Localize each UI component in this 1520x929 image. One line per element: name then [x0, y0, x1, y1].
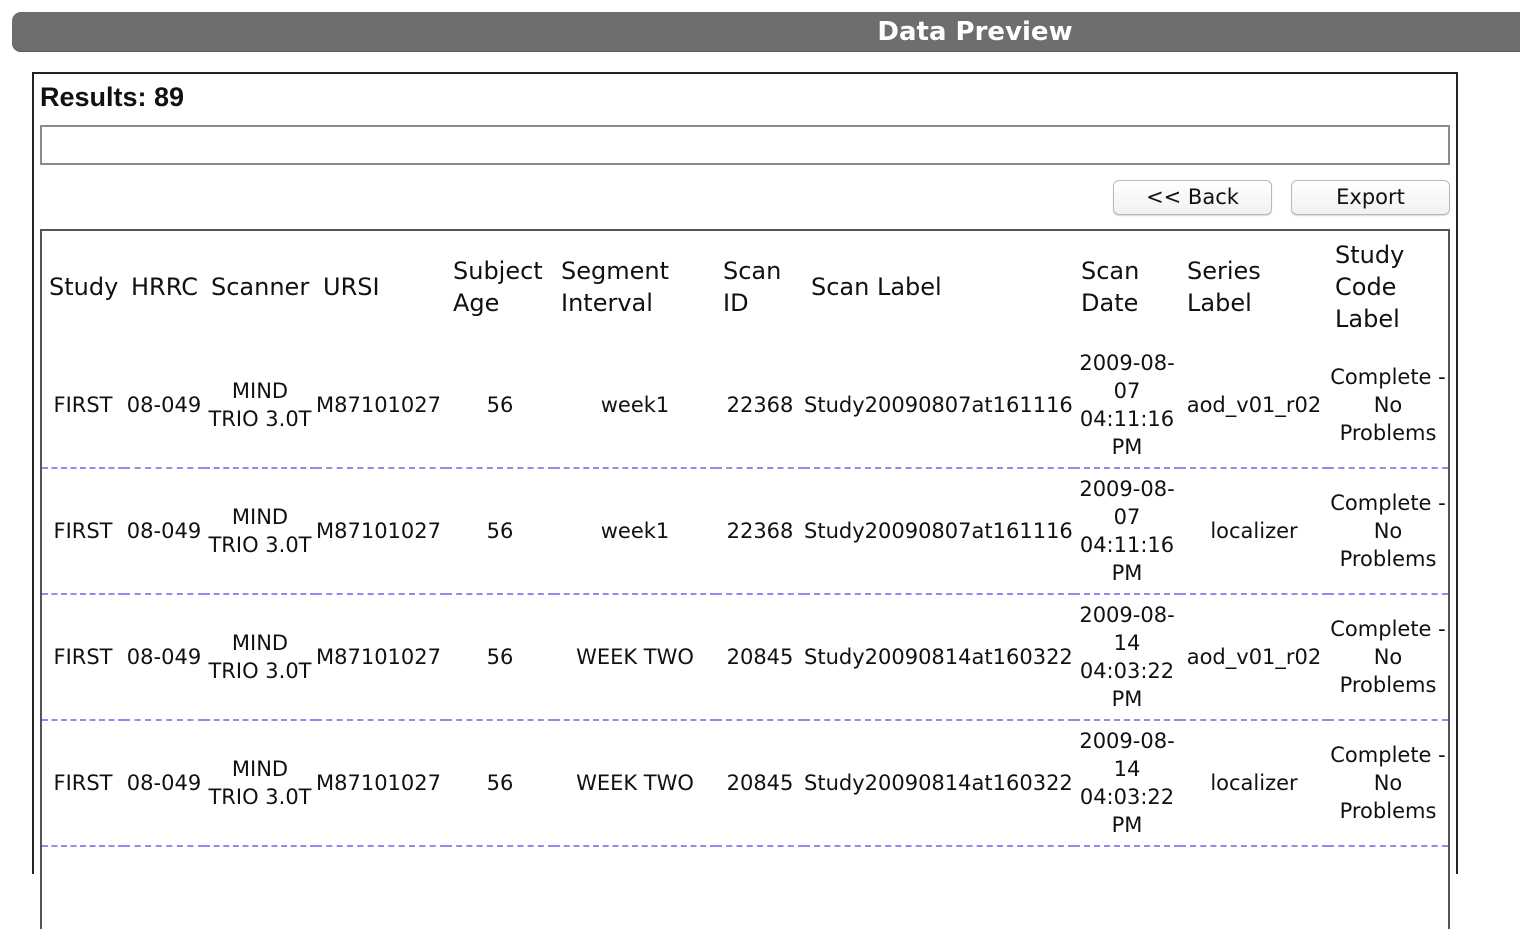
series-label-cell: localizer: [1180, 468, 1328, 595]
column-header-hrrc[interactable]: HRRC: [124, 231, 204, 343]
scanner-cell: MIND TRIO 3.0T: [204, 343, 316, 469]
table-row[interactable]: FIRST 08-049 MIND TRIO 3.0T M87101027 56 WEEK…: [42, 594, 1448, 721]
scan-date-cell: 2009-08-07 04:11:16 PM: [1074, 343, 1180, 469]
scan-id-cell: 22368: [716, 468, 804, 595]
column-header-ursi[interactable]: URSI: [316, 231, 446, 343]
table-row[interactable]: FIRST 08-049 MIND TRIO 3.0T M87101027 56 week…: [42, 343, 1448, 469]
ursi-cell: M87101027: [316, 343, 446, 469]
column-header-study-code-label[interactable]: Study Code Label: [1328, 231, 1448, 343]
results-panel: Results: 89 << Back Export Study HRRC Scan…: [32, 72, 1458, 929]
column-header-scan-date[interactable]: Scan Date: [1074, 231, 1180, 343]
table-header-row: Study HRRC Scanner URSI Subject Age Segment I…: [42, 231, 1448, 343]
hrrc-cell: 08-049: [124, 594, 204, 721]
query-summary-box: [40, 125, 1450, 165]
scan-label-cell: Study20090807at161116: [804, 343, 1074, 469]
study-cell: FIRST: [42, 343, 124, 469]
scan-date-cell: 2009-08-14 04:03:22 PM: [1074, 720, 1180, 847]
scan-id-cell: 20845: [716, 594, 804, 721]
table-row[interactable]: FIRST 08-049 MIND TRIO 3.0T M87101027 56 WEEK…: [42, 720, 1448, 847]
scanner-cell: MIND TRIO 3.0T: [204, 594, 316, 721]
study-code-cell: Complete - No Problems: [1328, 343, 1448, 469]
scan-id-cell: 22368: [716, 343, 804, 469]
age-cell: 56: [446, 720, 554, 847]
title-bar: Data Preview: [12, 12, 1520, 52]
column-header-series-label[interactable]: Series Label: [1180, 231, 1328, 343]
study-cell: FIRST: [42, 468, 124, 595]
scan-id-cell: 20845: [716, 720, 804, 847]
study-code-cell: Complete - No Problems: [1328, 720, 1448, 847]
column-header-segment-interval[interactable]: Segment Interval: [554, 231, 716, 343]
column-header-scanner[interactable]: Scanner: [204, 231, 316, 343]
study-code-cell: Complete - No Problems: [1328, 594, 1448, 721]
interval-cell: WEEK TWO: [554, 594, 716, 721]
series-label-cell: aod_v01_r02: [1180, 594, 1328, 721]
age-cell: 56: [446, 343, 554, 469]
interval-cell: week1: [554, 468, 716, 595]
hrrc-cell: 08-049: [124, 468, 204, 595]
study-cell: FIRST: [42, 594, 124, 721]
interval-cell: WEEK TWO: [554, 720, 716, 847]
results-table: Study HRRC Scanner URSI Subject Age Segment I…: [42, 231, 1448, 847]
ursi-cell: M87101027: [316, 468, 446, 595]
age-cell: 56: [446, 468, 554, 595]
results-table-container[interactable]: Study HRRC Scanner URSI Subject Age Segment I…: [40, 229, 1450, 929]
scan-label-cell: Study20090807at161116: [804, 468, 1074, 595]
column-header-subject-age[interactable]: Subject Age: [446, 231, 554, 343]
hrrc-cell: 08-049: [124, 343, 204, 469]
hrrc-cell: 08-049: [124, 720, 204, 847]
export-button[interactable]: Export: [1291, 180, 1450, 215]
scan-date-cell: 2009-08-14 04:03:22 PM: [1074, 594, 1180, 721]
scan-label-cell: Study20090814at160322: [804, 594, 1074, 721]
series-label-cell: aod_v01_r02: [1180, 343, 1328, 469]
scanner-cell: MIND TRIO 3.0T: [204, 720, 316, 847]
column-header-scan-label[interactable]: Scan Label: [804, 231, 1074, 343]
page-title: Data Preview: [877, 17, 1073, 47]
table-header: Study HRRC Scanner URSI Subject Age Segment I…: [42, 231, 1448, 343]
column-header-study[interactable]: Study: [42, 231, 124, 343]
interval-cell: week1: [554, 343, 716, 469]
ursi-cell: M87101027: [316, 720, 446, 847]
scan-label-cell: Study20090814at160322: [804, 720, 1074, 847]
results-count: Results: 89: [40, 82, 185, 112]
ursi-cell: M87101027: [316, 594, 446, 721]
table-body: FIRST 08-049 MIND TRIO 3.0T M87101027 56 week…: [42, 343, 1448, 847]
study-code-cell: Complete - No Problems: [1328, 468, 1448, 595]
series-label-cell: localizer: [1180, 720, 1328, 847]
scanner-cell: MIND TRIO 3.0T: [204, 468, 316, 595]
back-button[interactable]: << Back: [1113, 180, 1272, 215]
column-header-scan-id[interactable]: Scan ID: [716, 231, 804, 343]
table-row[interactable]: FIRST 08-049 MIND TRIO 3.0T M87101027 56 week…: [42, 468, 1448, 595]
age-cell: 56: [446, 594, 554, 721]
scan-date-cell: 2009-08-07 04:11:16 PM: [1074, 468, 1180, 595]
study-cell: FIRST: [42, 720, 124, 847]
